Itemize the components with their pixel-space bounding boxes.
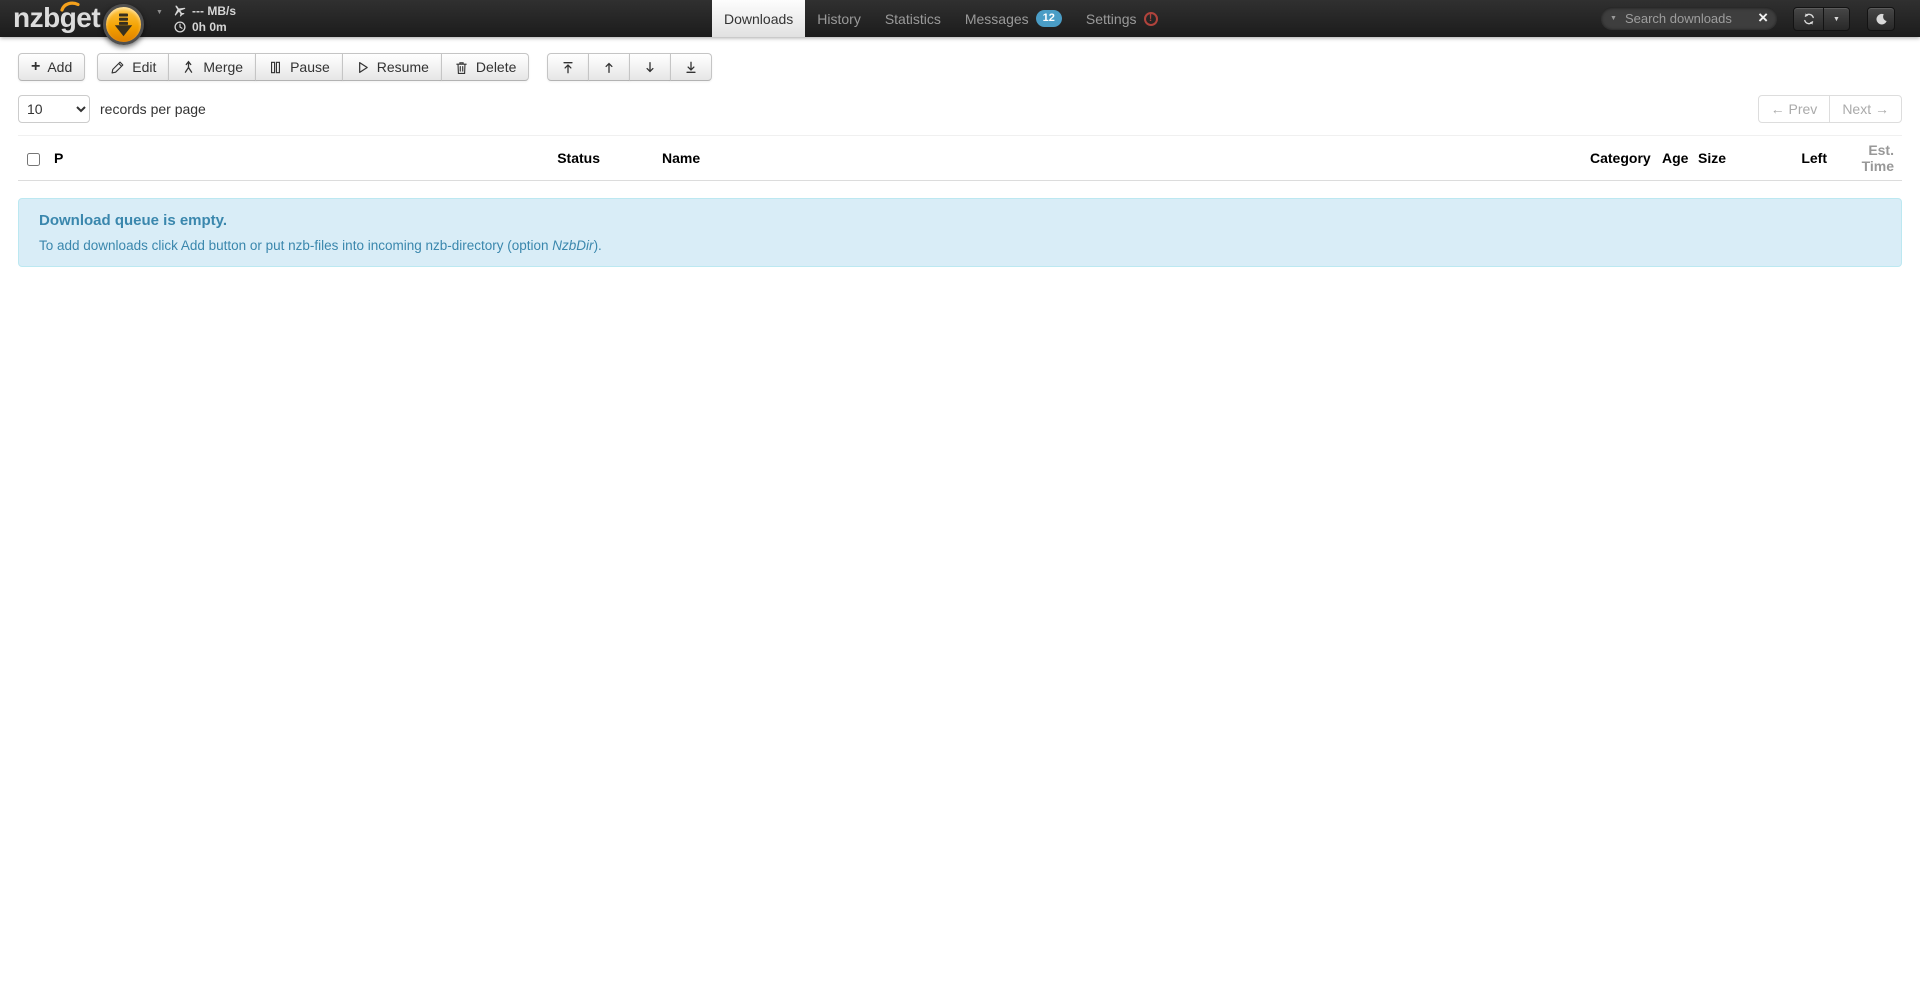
page-controls: 10 records per page ← Prev Next → — [18, 95, 1902, 123]
time-left-value: 0h 0m — [192, 20, 227, 34]
refresh-button-group: ▼ — [1793, 7, 1850, 31]
alert-title: Download queue is empty. — [39, 212, 1881, 229]
speed-value: --- MB/s — [192, 4, 236, 18]
select-all-checkbox[interactable] — [27, 153, 40, 166]
main-content: + Add Edit Merge Pause — [0, 53, 1920, 267]
move-to-top-button[interactable] — [547, 53, 589, 81]
col-header-left: Left — [1770, 136, 1835, 181]
moon-icon — [1875, 13, 1888, 26]
theme-toggle-button[interactable] — [1867, 7, 1895, 31]
brand-swoosh-icon — [60, 0, 80, 12]
col-header-est-time: Est. Time — [1835, 136, 1902, 181]
brand-text: nzbget — [13, 2, 100, 33]
merge-button[interactable]: Merge — [168, 53, 256, 81]
plane-icon — [172, 3, 187, 19]
option-name: NzbDir — [552, 238, 593, 253]
move-actions-group — [547, 53, 712, 81]
tab-downloads[interactable]: Downloads — [712, 0, 805, 37]
col-header-status: Status — [438, 136, 608, 181]
merge-icon — [181, 60, 196, 75]
top-navbar: nzbget ▼ --- MB/s — [0, 0, 1920, 37]
tab-statistics[interactable]: Statistics — [873, 0, 953, 37]
prev-page-button[interactable]: ← Prev — [1758, 95, 1831, 123]
arrow-down-icon — [643, 60, 657, 75]
tab-history[interactable]: History — [805, 0, 873, 37]
add-button[interactable]: + Add — [18, 53, 85, 81]
clock-icon — [172, 20, 187, 34]
move-down-button[interactable] — [629, 53, 671, 81]
move-up-button[interactable] — [588, 53, 630, 81]
delete-button[interactable]: Delete — [441, 53, 529, 81]
refresh-button[interactable] — [1793, 7, 1824, 31]
resume-button[interactable]: Resume — [342, 53, 442, 81]
search-input[interactable] — [1623, 10, 1752, 27]
search-box[interactable]: ▼ × — [1601, 7, 1777, 29]
edit-button[interactable]: Edit — [97, 53, 169, 81]
refresh-icon — [1802, 12, 1816, 26]
caret-down-icon: ▼ — [1833, 16, 1840, 23]
alert-body: To add downloads click Add button or put… — [39, 238, 1881, 253]
table-header-row: P Status Name Category Age Size Left Est… — [18, 136, 1902, 181]
plus-icon: + — [31, 59, 40, 75]
records-per-page-select[interactable]: 10 — [18, 95, 90, 123]
pager: ← Prev Next → — [1758, 95, 1902, 123]
download-arrow-icon — [114, 13, 133, 37]
pause-icon — [268, 60, 283, 75]
speed-row: --- MB/s — [172, 3, 236, 19]
pencil-icon — [110, 60, 125, 75]
records-per-page-label: records per page — [100, 101, 206, 117]
brand-logo: nzbget — [13, 2, 100, 34]
trash-icon — [454, 60, 469, 75]
empty-queue-alert: Download queue is empty. To add download… — [18, 198, 1902, 267]
tab-messages[interactable]: Messages 12 — [953, 0, 1074, 37]
tab-settings[interactable]: Settings ! — [1074, 0, 1170, 37]
messages-count-badge: 12 — [1036, 10, 1062, 27]
col-header-name: Name — [608, 136, 1582, 181]
col-header-priority: P — [46, 136, 438, 181]
col-header-category: Category — [1582, 136, 1654, 181]
col-header-size: Size — [1690, 136, 1770, 181]
arrow-to-bottom-icon — [684, 60, 698, 75]
move-to-bottom-button[interactable] — [670, 53, 712, 81]
time-row: 0h 0m — [172, 19, 236, 35]
refresh-interval-caret-button[interactable]: ▼ — [1823, 7, 1850, 31]
main-tabs: Downloads History Statistics Messages 12… — [712, 0, 1170, 37]
pause-button[interactable]: Pause — [255, 53, 343, 81]
settings-warning-icon: ! — [1144, 12, 1158, 26]
arrow-to-top-icon — [561, 60, 575, 75]
play-outline-icon — [355, 60, 370, 75]
arrow-up-icon — [602, 60, 616, 75]
downloads-table: P Status Name Category Age Size Left Est… — [18, 135, 1902, 181]
search-clear-icon[interactable]: × — [1758, 11, 1768, 25]
search-options-caret-icon[interactable]: ▼ — [1610, 15, 1617, 22]
queue-toolbar: + Add Edit Merge Pause — [18, 53, 1902, 81]
col-header-age: Age — [1654, 136, 1690, 181]
play-menu-caret-icon[interactable]: ▼ — [156, 9, 163, 16]
play-pause-download-button[interactable] — [103, 4, 144, 45]
edit-actions-group: Edit Merge Pause Resume — [97, 53, 529, 81]
next-page-button[interactable]: Next → — [1829, 95, 1902, 123]
status-info: --- MB/s 0h 0m — [172, 3, 236, 35]
